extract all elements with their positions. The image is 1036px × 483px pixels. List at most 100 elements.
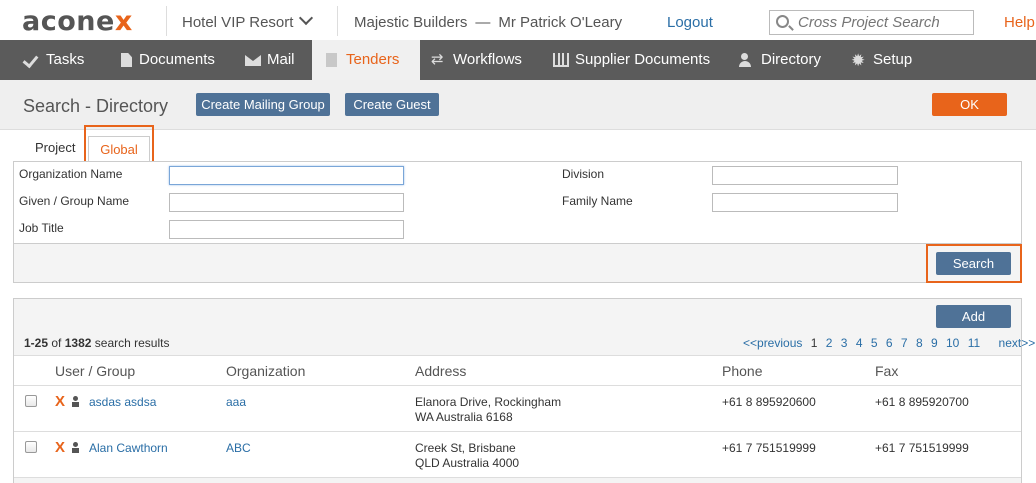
col-organization[interactable]: Organization [226,363,305,379]
row-organization-link[interactable]: ABC [226,441,251,456]
row-user-link[interactable]: Alan Cawthorn [89,441,168,456]
result-count: 1-25 of 1382 search results [24,336,169,350]
search-scope-tabs: Project Global [0,125,1036,163]
nav-tasks[interactable]: Tasks [20,40,84,80]
org-name-input[interactable] [169,166,404,185]
pager-page-7[interactable]: 7 [901,336,908,350]
top-header: aconex Hotel VIP Resort Majestic Builder… [0,0,1036,40]
pager-page-8[interactable]: 8 [916,336,923,350]
address-line-1: Creek St, Brisbane [415,441,516,455]
gear-icon [851,41,867,81]
row-address: Elanora Drive, Rockingham WA Australia 61… [415,395,561,425]
address-line-2: WA Australia 6168 [415,410,513,424]
main-nav: Tasks Documents Mail Tenders Workflows S… [0,40,1036,81]
help-link[interactable]: Help [1004,14,1035,31]
create-mailing-group-button[interactable]: Create Mailing Group [196,93,330,116]
logo-text: acone [22,6,115,37]
address-line-2: QLD Australia 4000 [415,456,520,470]
org-name-label: Organization Name [19,167,123,181]
logout-link[interactable]: Logout [667,14,713,31]
col-address[interactable]: Address [415,363,466,379]
organization-name: Majestic Builders [354,14,468,31]
pager-page-4[interactable]: 4 [856,336,863,350]
check-icon [24,53,40,67]
family-name-input[interactable] [712,193,898,212]
nav-label: Directory [761,51,822,68]
row-phone: +61 8 895920600 [722,395,816,409]
nav-label: Supplier Documents [575,51,711,68]
row-checkbox[interactable] [25,395,37,407]
document-icon [121,53,132,67]
project-selector[interactable]: Hotel VIP Resort [166,6,338,36]
person-icon [72,442,79,453]
aconex-user-icon: X [55,439,66,456]
people-icon [739,53,755,67]
workflow-icon [431,40,447,80]
cross-project-search-input[interactable] [798,13,968,32]
add-button[interactable]: Add [936,305,1011,328]
nav-directory[interactable]: Directory [735,40,821,80]
nav-documents[interactable]: Documents [113,40,215,80]
pager-page-6[interactable]: 6 [886,336,893,350]
nav-mail[interactable]: Mail [241,40,295,80]
nav-label: Documents [139,51,215,68]
nav-tenders[interactable]: Tenders [312,40,420,80]
col-user-group[interactable]: User / Group [55,363,135,379]
pager-page-2[interactable]: 2 [826,336,833,350]
row-user-link[interactable]: asdas asdsa [89,395,156,410]
tab-global[interactable]: Global [88,136,150,161]
address-line-1: Elanora Drive, Rockingham [415,395,562,409]
row-organization-link[interactable]: aaa [226,395,246,410]
col-phone[interactable]: Phone [722,363,762,379]
search-button[interactable]: Search [936,252,1011,275]
nav-workflows[interactable]: Workflows [427,40,522,80]
nav-label: Tasks [46,51,85,68]
pager-page-9[interactable]: 9 [931,336,938,350]
pager-next[interactable]: next>> [999,336,1036,350]
supplier-icon [553,53,569,67]
tender-icon [326,53,337,67]
cross-project-search[interactable] [769,10,974,35]
ok-button[interactable]: OK [932,93,1007,116]
pager-previous[interactable]: <<previous [743,336,802,350]
logo-x: x [114,6,133,37]
row-address: Creek St, Brisbane QLD Australia 4000 [415,441,519,471]
row-checkbox[interactable] [25,441,37,453]
given-name-input[interactable] [169,193,404,212]
table-row: X Alan Cawthorn ABC Creek St, Brisbane QL… [14,432,1021,478]
pager-page-5[interactable]: 5 [871,336,878,350]
division-label: Division [562,167,605,181]
page-header: Search - Directory Create Mailing Group … [0,80,1036,130]
nav-label: Mail [267,51,295,68]
search-form: Organization Name Given / Group Name Job… [13,161,1022,283]
create-guest-button[interactable]: Create Guest [345,93,439,116]
col-fax[interactable]: Fax [875,363,898,379]
result-of: of [51,336,62,350]
project-name: Hotel VIP Resort [182,14,294,31]
chevron-down-icon [299,10,314,26]
nav-label: Workflows [453,51,522,68]
given-name-label: Given / Group Name [19,194,130,208]
table-row: X asdas asdsa aaa Elanora Drive, Rocking… [14,386,1021,432]
result-range: 1-25 [24,336,49,350]
job-title-input[interactable] [169,220,404,239]
result-total: 1382 [64,336,92,350]
user-name: Mr Patrick O'Leary [498,14,623,31]
tab-project[interactable]: Project [35,138,75,161]
pager-page-3[interactable]: 3 [841,336,848,350]
aconex-logo[interactable]: aconex [22,6,133,37]
division-input[interactable] [712,166,898,185]
nav-supplier-documents[interactable]: Supplier Documents [549,40,710,80]
row-fax: +61 8 895920700 [875,395,969,409]
family-name-label: Family Name [562,194,633,208]
pager-page-10[interactable]: 10 [946,336,959,350]
nav-label: Setup [873,51,913,68]
results-table-header: User / Group Organization Address Phone … [14,355,1021,386]
job-title-label: Job Title [19,221,64,235]
separator: — [475,14,491,31]
result-suffix: search results [94,336,170,350]
mail-icon [245,55,261,66]
nav-setup[interactable]: Setup [847,40,913,81]
pagination: <<previous 1 2 3 4 5 6 7 8 9 10 11 next>… [743,336,1036,350]
pager-page-11[interactable]: 11 [968,336,980,350]
